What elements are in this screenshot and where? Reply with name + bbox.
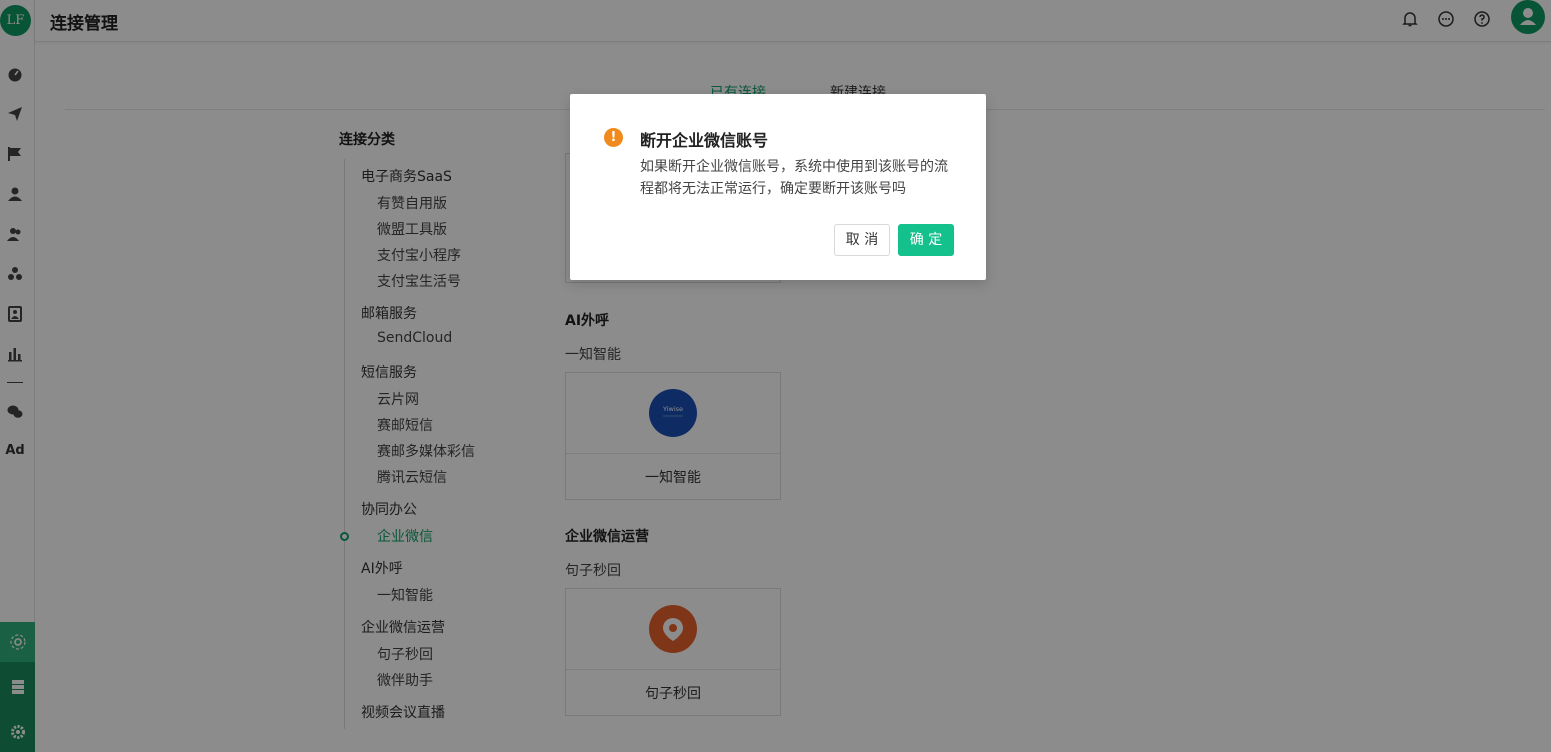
cancel-button[interactable]: 取 消 (834, 224, 890, 256)
dialog-title: 断开企业微信账号 (640, 131, 769, 150)
warning-icon: ! (604, 128, 623, 147)
confirm-button[interactable]: 确 定 (898, 224, 954, 256)
confirm-dialog: ! 断开企业微信账号 如果断开企业微信账号，系统中使用到该账号的流程都将无法正常… (570, 94, 986, 280)
dialog-message: 如果断开企业微信账号，系统中使用到该账号的流程都将无法正常运行，确定要断开该账号… (640, 159, 948, 197)
